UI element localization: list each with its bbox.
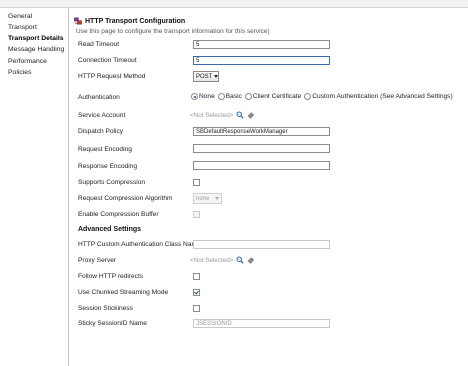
radio-button[interactable] — [304, 93, 312, 100]
eraser-icon[interactable] — [247, 256, 255, 264]
auth-option-none-label: None — [199, 93, 215, 100]
follow-redirects-checkbox[interactable] — [193, 273, 200, 280]
sidebar-item-transport[interactable]: Transport — [8, 24, 37, 31]
request-encoding-label: Request Encoding — [78, 146, 132, 153]
custom-auth-class-input[interactable] — [193, 240, 330, 249]
dispatch-policy-label: Dispatch Policy — [78, 128, 124, 135]
sticky-session-id-input[interactable]: JSESSIONID — [193, 319, 330, 328]
auth-option-basic[interactable]: Basic — [217, 93, 242, 100]
request-compression-algorithm-select[interactable]: none — [193, 193, 222, 204]
sidebar-item-policies[interactable]: Policies — [8, 69, 31, 76]
follow-redirects-label: Follow HTTP redirects — [78, 273, 144, 280]
read-timeout-input[interactable]: 5 — [193, 40, 330, 49]
authentication-label: Authentication — [78, 94, 120, 101]
eraser-icon[interactable] — [247, 111, 255, 119]
auth-option-client-certificate[interactable]: Client Certificate — [244, 93, 302, 100]
sidebar-item-performance[interactable]: Performance — [8, 58, 47, 65]
http-request-method-label: HTTP Request Method — [78, 73, 146, 80]
read-timeout-label: Read Timeout — [78, 41, 120, 48]
request-compression-algorithm-value: none — [196, 195, 210, 202]
auth-option-custom-label: Custom Authentication (See Advanced Sett… — [312, 93, 453, 100]
request-encoding-input[interactable] — [193, 144, 330, 153]
auth-option-custom[interactable]: Custom Authentication (See Advanced Sett… — [304, 93, 453, 100]
connection-timeout-input[interactable]: 5 — [193, 56, 330, 65]
title-row: HTTP Transport Configuration — [74, 17, 185, 25]
chevron-down-icon — [214, 75, 219, 78]
top-toolbar-strip — [0, 0, 468, 8]
response-encoding-label: Response Encoding — [78, 163, 138, 170]
main-content: HTTP Transport Configuration Use this pa… — [69, 8, 468, 366]
http-request-method-select[interactable]: POST — [193, 71, 219, 82]
service-account-value: <Not Selected> — [190, 111, 234, 119]
radio-button[interactable] — [217, 93, 225, 100]
auth-option-client-certificate-label: Client Certificate — [252, 93, 302, 100]
sidebar-item-transport-details[interactable]: Transport Details — [8, 35, 64, 42]
authentication-radio-group: None Basic Client Certificate Custom Aut… — [191, 93, 453, 100]
chevron-down-icon — [215, 197, 219, 200]
connection-timeout-label: Connection Timeout — [78, 57, 137, 64]
sidebar: General Transport Transport Details Mess… — [0, 8, 69, 366]
advanced-settings-heading: Advanced Settings — [78, 226, 142, 233]
dispatch-policy-input[interactable]: SBDefaultResponseWorkManager — [193, 127, 330, 136]
enable-compression-buffer-label: Enable Compression Buffer — [78, 211, 159, 218]
custom-auth-class-label: HTTP Custom Authentication Class Name — [78, 241, 201, 248]
request-compression-algorithm-label: Request Compression Algorithm — [78, 195, 173, 202]
proxy-server-value: <Not Selected> — [190, 256, 234, 264]
session-stickiness-label: Session Stickiness — [78, 305, 133, 312]
enable-compression-buffer-checkbox[interactable] — [193, 211, 200, 218]
proxy-server-label: Proxy Server — [78, 257, 117, 264]
session-stickiness-checkbox[interactable] — [193, 305, 200, 312]
supports-compression-checkbox[interactable] — [193, 179, 200, 186]
service-account-label: Service Account — [78, 112, 126, 119]
sticky-session-id-label: Sticky SessionID Name — [78, 320, 147, 327]
radio-button[interactable] — [191, 93, 198, 100]
supports-compression-label: Supports Compression — [78, 179, 146, 186]
search-icon[interactable] — [236, 256, 245, 264]
transport-config-icon — [74, 17, 82, 25]
page-description: Use this page to configure the transport… — [76, 28, 270, 35]
search-icon[interactable] — [236, 111, 245, 119]
sidebar-item-general[interactable]: General — [8, 13, 32, 20]
radio-button[interactable] — [244, 93, 252, 100]
chunked-streaming-checkbox[interactable] — [193, 289, 200, 296]
service-account-selector: <Not Selected> — [190, 111, 255, 119]
sidebar-item-message-handling[interactable]: Message Handling — [8, 46, 64, 53]
auth-option-none[interactable]: None — [191, 93, 215, 100]
chunked-streaming-label: Use Chunked Streaming Mode — [78, 289, 169, 296]
page-title: HTTP Transport Configuration — [85, 17, 186, 25]
http-request-method-value: POST — [196, 73, 213, 80]
proxy-server-selector: <Not Selected> — [190, 256, 255, 264]
auth-option-basic-label: Basic — [225, 93, 242, 100]
response-encoding-input[interactable] — [193, 161, 330, 170]
